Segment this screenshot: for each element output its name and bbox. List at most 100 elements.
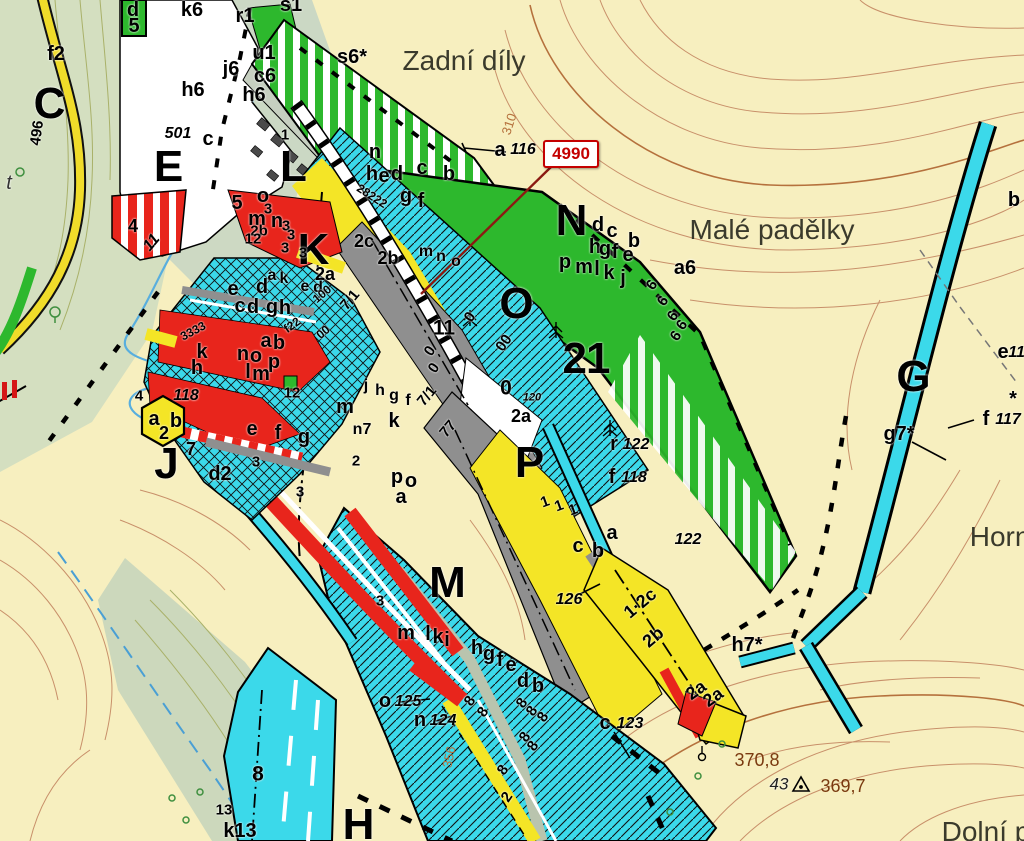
map-label: m [397,623,415,643]
map-label: s1 [280,0,302,15]
map-canvas[interactable]: CELKNO21PGJMHZadní dílyMalé padělkyHorní… [0,0,1024,841]
map-label: 13 [216,803,233,818]
map-label: 1 [539,494,552,511]
map-label: 116 [510,142,536,158]
map-label: 43 [770,776,789,793]
map-label: p [559,252,571,272]
parcel-callout-value: 4990 [552,144,590,164]
map-label: G [896,355,929,399]
map-label: g [298,427,310,447]
map-label: j6 [223,59,240,79]
map-label: k [280,271,289,287]
map-label: 7/1 [415,383,440,409]
map-label: 122 [675,532,702,548]
map-label: b [170,411,182,431]
map-label: e [246,419,257,439]
map-label: l [245,362,251,382]
map-label: C [34,82,65,126]
map-label: 125 [395,694,422,710]
map-labels-layer: CELKNO21PGJMHZadní dílyMalé padělkyHorní… [0,0,1024,841]
map-label: 2 [498,789,515,804]
map-label: 12 [284,386,301,401]
map-label: a [395,487,406,507]
map-label: 8 [474,704,491,719]
map-label: O [499,282,532,326]
map-label: h6 [181,80,204,100]
map-label: g [389,388,399,404]
map-label: Horní [970,523,1024,551]
map-label: Dolní p [942,818,1024,841]
map-label: 7/1 [338,287,363,313]
map-label: b [532,676,544,696]
map-label: k13 [223,821,256,841]
map-label: a [268,268,277,284]
map-label: c [234,296,245,316]
map-label: c [599,713,610,733]
map-label: h [471,638,483,658]
map-label: 496 [28,120,46,147]
map-label: 6 [654,293,671,308]
map-label: b [1008,190,1020,210]
map-label: Zadní díly [403,47,526,75]
map-label: c6 [254,66,276,86]
map-label: n7 [353,422,372,438]
map-label: J [154,442,177,486]
map-label: f [497,650,504,670]
parcel-callout: 4990 [543,140,599,168]
map-label: m [252,364,270,384]
map-label: f2 [47,44,65,64]
map-label: m [419,244,433,260]
map-label: g [266,297,278,317]
map-label: N [556,199,587,243]
map-label: 122 [623,437,650,453]
map-label: 8 [494,762,511,777]
map-label: 77 [437,418,459,440]
map-label: n [414,710,426,730]
map-label: 0 [500,378,512,399]
map-label: h7* [731,635,762,655]
map-label: h [366,164,378,184]
map-label: 501 [165,126,192,142]
map-label: 4 [128,217,138,235]
map-label: 118 [621,470,647,486]
map-label: f [609,467,616,487]
map-label: 3 [281,241,289,256]
map-label: c [416,158,427,178]
map-label: 8 [524,738,541,753]
map-label: 356 [440,745,457,769]
map-label: f [983,409,990,429]
map-label: e [997,342,1008,362]
map-label: 369,7 [820,777,865,795]
map-label: 3 [264,202,272,217]
map-label: p [391,467,403,487]
map-label: d [517,671,529,691]
map-label: H [343,803,374,841]
map-label: 5 [128,16,139,36]
map-label: a [148,409,159,429]
map-label: d [247,297,259,317]
map-label: 2b [639,623,667,650]
map-label: g [400,186,412,206]
map-label: 2c [354,232,374,250]
map-label: i [444,630,450,650]
map-label: f [275,423,282,443]
map-label: k [603,263,614,283]
map-label: f [418,191,425,211]
map-label: g [483,644,495,664]
map-label: j [620,268,626,288]
map-label: m [575,257,593,277]
map-label: 6 [643,277,660,292]
map-label: l [425,624,431,644]
map-label: 126 [556,592,583,608]
map-label: 1 [567,502,580,519]
map-label: b [273,333,285,353]
map-label: d [256,277,268,297]
map-label: a [606,523,617,543]
map-label: e [505,655,516,675]
map-label: l [594,259,600,279]
map-label: a6 [674,258,696,278]
map-label: f [612,242,619,262]
map-label: 3 [376,594,384,609]
map-label: 12 [245,232,262,247]
map-label: 2b [377,249,398,267]
